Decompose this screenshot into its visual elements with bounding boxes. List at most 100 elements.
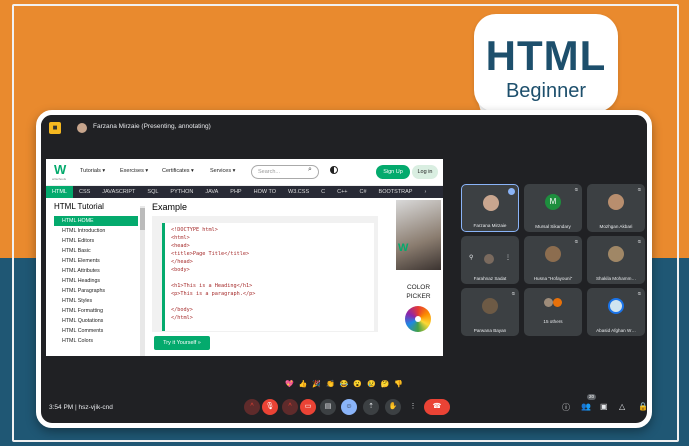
- code-example-box: <!DOCTYPE html> <html> <head> <title>Pag…: [152, 216, 378, 332]
- present-screen-icon[interactable]: ⇡: [363, 399, 379, 415]
- nav-next-arrow[interactable]: ›: [418, 186, 432, 198]
- reactions-bar[interactable]: 💖 👍 🎉 👏 😂 😮 😢 🤔 👎: [285, 380, 405, 388]
- avatar: [608, 194, 624, 210]
- title-bubble: HTML Beginner: [474, 14, 618, 112]
- clock-time: 3:54 PM: [49, 404, 74, 411]
- code-line: </head>: [171, 259, 193, 265]
- nav-python[interactable]: PYTHON: [164, 186, 199, 198]
- sidebar-item-styles[interactable]: HTML Styles: [54, 296, 138, 306]
- people-count-badge: 20: [587, 394, 596, 400]
- participant-name: Farahnaz Sadat: [473, 276, 507, 281]
- slides-icon[interactable]: ■: [49, 122, 61, 134]
- nav-c[interactable]: C: [315, 186, 331, 198]
- w3-header: W w3schools Tutorials ▾ Exercises ▾ Cert…: [46, 159, 443, 186]
- mic-options-chevron-icon[interactable]: ^: [244, 399, 260, 415]
- participant-tile[interactable]: ⦸ Mozhgan Akbari: [587, 184, 645, 232]
- menu-certificates[interactable]: Certificates ▾: [162, 168, 194, 174]
- tile-controls: ⚲ ⋮: [469, 254, 511, 264]
- tutorial-sidebar: HTML Tutorial HTML HOME HTML Introductio…: [46, 198, 146, 356]
- mic-toggle-icon[interactable]: 🎙: [262, 399, 278, 415]
- participant-tile[interactable]: ⦸ Abasid Afghan W…: [587, 288, 645, 336]
- topic-nav: HTML CSS JAVASCRIPT SQL PYTHON JAVA PHP …: [46, 186, 443, 198]
- nav-howto[interactable]: HOW TO: [248, 186, 282, 198]
- menu-services[interactable]: Services ▾: [210, 168, 235, 174]
- raise-hand-icon[interactable]: ✋: [385, 399, 401, 415]
- signup-button[interactable]: Sign Up: [376, 165, 410, 179]
- menu-exercises[interactable]: Exercises ▾: [120, 168, 148, 174]
- avatar: [608, 246, 624, 262]
- participant-name: Mursal Sikandary: [535, 224, 571, 229]
- sidebar-item-formatting[interactable]: HTML Formatting: [54, 306, 138, 316]
- emoji-reactions-icon[interactable]: ☺: [341, 399, 357, 415]
- people-icon[interactable]: 👥: [581, 402, 591, 411]
- sidebar-item-comments[interactable]: HTML Comments: [54, 326, 138, 336]
- host-controls-icon[interactable]: 🔒: [638, 402, 647, 411]
- nav-w3css[interactable]: W3.CSS: [282, 186, 315, 198]
- search-icon[interactable]: ⌕: [308, 166, 312, 174]
- code-line: <title>Page Title</title>: [171, 251, 250, 257]
- nav-bootstrap[interactable]: BOOTSTRAP: [373, 186, 419, 198]
- nav-csharp[interactable]: C#: [354, 186, 373, 198]
- sidebar-item-quotations[interactable]: HTML Quotations: [54, 316, 138, 326]
- nav-php[interactable]: PHP: [224, 186, 247, 198]
- bubble-title: HTML: [485, 32, 607, 79]
- sidebar-item-basic[interactable]: HTML Basic: [54, 246, 138, 256]
- camera-toggle-icon[interactable]: ▭: [300, 399, 316, 415]
- activities-icon[interactable]: △: [619, 402, 625, 411]
- participant-tile[interactable]: ⦸ Parwana Bayan: [461, 288, 519, 336]
- presenter-avatar: [77, 123, 87, 133]
- sidebar-item-elements[interactable]: HTML Elements: [54, 256, 138, 266]
- code-line: <body>: [171, 267, 190, 273]
- more-options-icon[interactable]: ⋮: [505, 254, 511, 264]
- nav-javascript[interactable]: JAVASCRIPT: [96, 186, 141, 198]
- nav-cpp[interactable]: C++: [331, 186, 353, 198]
- code-line: <html>: [171, 235, 190, 241]
- nav-java[interactable]: JAVA: [199, 186, 224, 198]
- meeting-details-icon[interactable]: ⓘ: [562, 402, 570, 413]
- sidebar-item-attributes[interactable]: HTML Attributes: [54, 266, 138, 276]
- participant-name: Parwana Bayan: [473, 328, 507, 333]
- participant-tile[interactable]: Farzana Mirzaie: [461, 184, 519, 232]
- presenter-status: Farzana Mirzaie (Presenting, annotating): [93, 123, 211, 130]
- captions-icon[interactable]: ▤: [320, 399, 336, 415]
- nav-css[interactable]: CSS: [73, 186, 96, 198]
- chat-icon[interactable]: ▣: [600, 402, 608, 411]
- participant-tile[interactable]: ⚲ ⋮ Farahnaz Sadat: [461, 236, 519, 284]
- sidebar-item-home[interactable]: HTML HOME: [54, 216, 138, 226]
- ad-text-color: COLOR: [406, 284, 431, 291]
- sidebar-item-paragraphs[interactable]: HTML Paragraphs: [54, 286, 138, 296]
- sidebar-item-introduction[interactable]: HTML Introduction: [54, 226, 138, 236]
- participant-name: Abasid Afghan W…: [596, 328, 636, 333]
- participant-tile[interactable]: ⦸ Shakila Mohamm…: [587, 236, 645, 284]
- code-line: </body>: [171, 307, 193, 313]
- camera-options-chevron-icon[interactable]: ^: [282, 399, 298, 415]
- sidebar-item-headings[interactable]: HTML Headings: [54, 276, 138, 286]
- login-button[interactable]: Log in: [412, 165, 438, 179]
- mic-off-icon: ⦸: [637, 239, 641, 245]
- nav-sql[interactable]: SQL: [141, 186, 164, 198]
- avatar: [608, 298, 624, 314]
- avatar: [545, 246, 561, 262]
- sidebar-title: HTML Tutorial: [54, 202, 104, 211]
- end-call-button[interactable]: ☎: [424, 399, 450, 415]
- participant-name: Husna "Hofayouni": [533, 276, 573, 281]
- menu-tutorials[interactable]: Tutorials ▾: [80, 168, 105, 174]
- participant-tile[interactable]: ⦸ Husna "Hofayouni": [524, 236, 582, 284]
- mic-off-icon: ⦸: [574, 239, 578, 245]
- more-options-icon[interactable]: ⋮: [405, 399, 421, 415]
- avatar: [484, 254, 495, 264]
- try-it-yourself-button[interactable]: Try it Yourself »: [154, 336, 210, 350]
- w3-logo[interactable]: W: [54, 163, 68, 177]
- meeting-code: hsz-vjik-cnd: [78, 404, 113, 411]
- participant-tile[interactable]: ⦸ M Mursal Sikandary: [524, 184, 582, 232]
- code-block: <!DOCTYPE html> <html> <head> <title>Pag…: [162, 223, 374, 331]
- meeting-window: ■ Farzana Mirzaie (Presenting, annotatin…: [36, 110, 652, 428]
- participant-tile[interactable]: 15 others: [524, 288, 582, 336]
- sidebar-item-colors[interactable]: HTML Colors: [54, 336, 138, 346]
- sidebar-scrollbar-thumb[interactable]: [140, 208, 145, 230]
- mic-off-icon: ⦸: [511, 291, 515, 297]
- nav-html[interactable]: HTML: [46, 186, 73, 198]
- sidebar-item-editors[interactable]: HTML Editors: [54, 236, 138, 246]
- theme-toggle-icon[interactable]: [330, 166, 338, 174]
- pin-icon[interactable]: ⚲: [469, 254, 473, 264]
